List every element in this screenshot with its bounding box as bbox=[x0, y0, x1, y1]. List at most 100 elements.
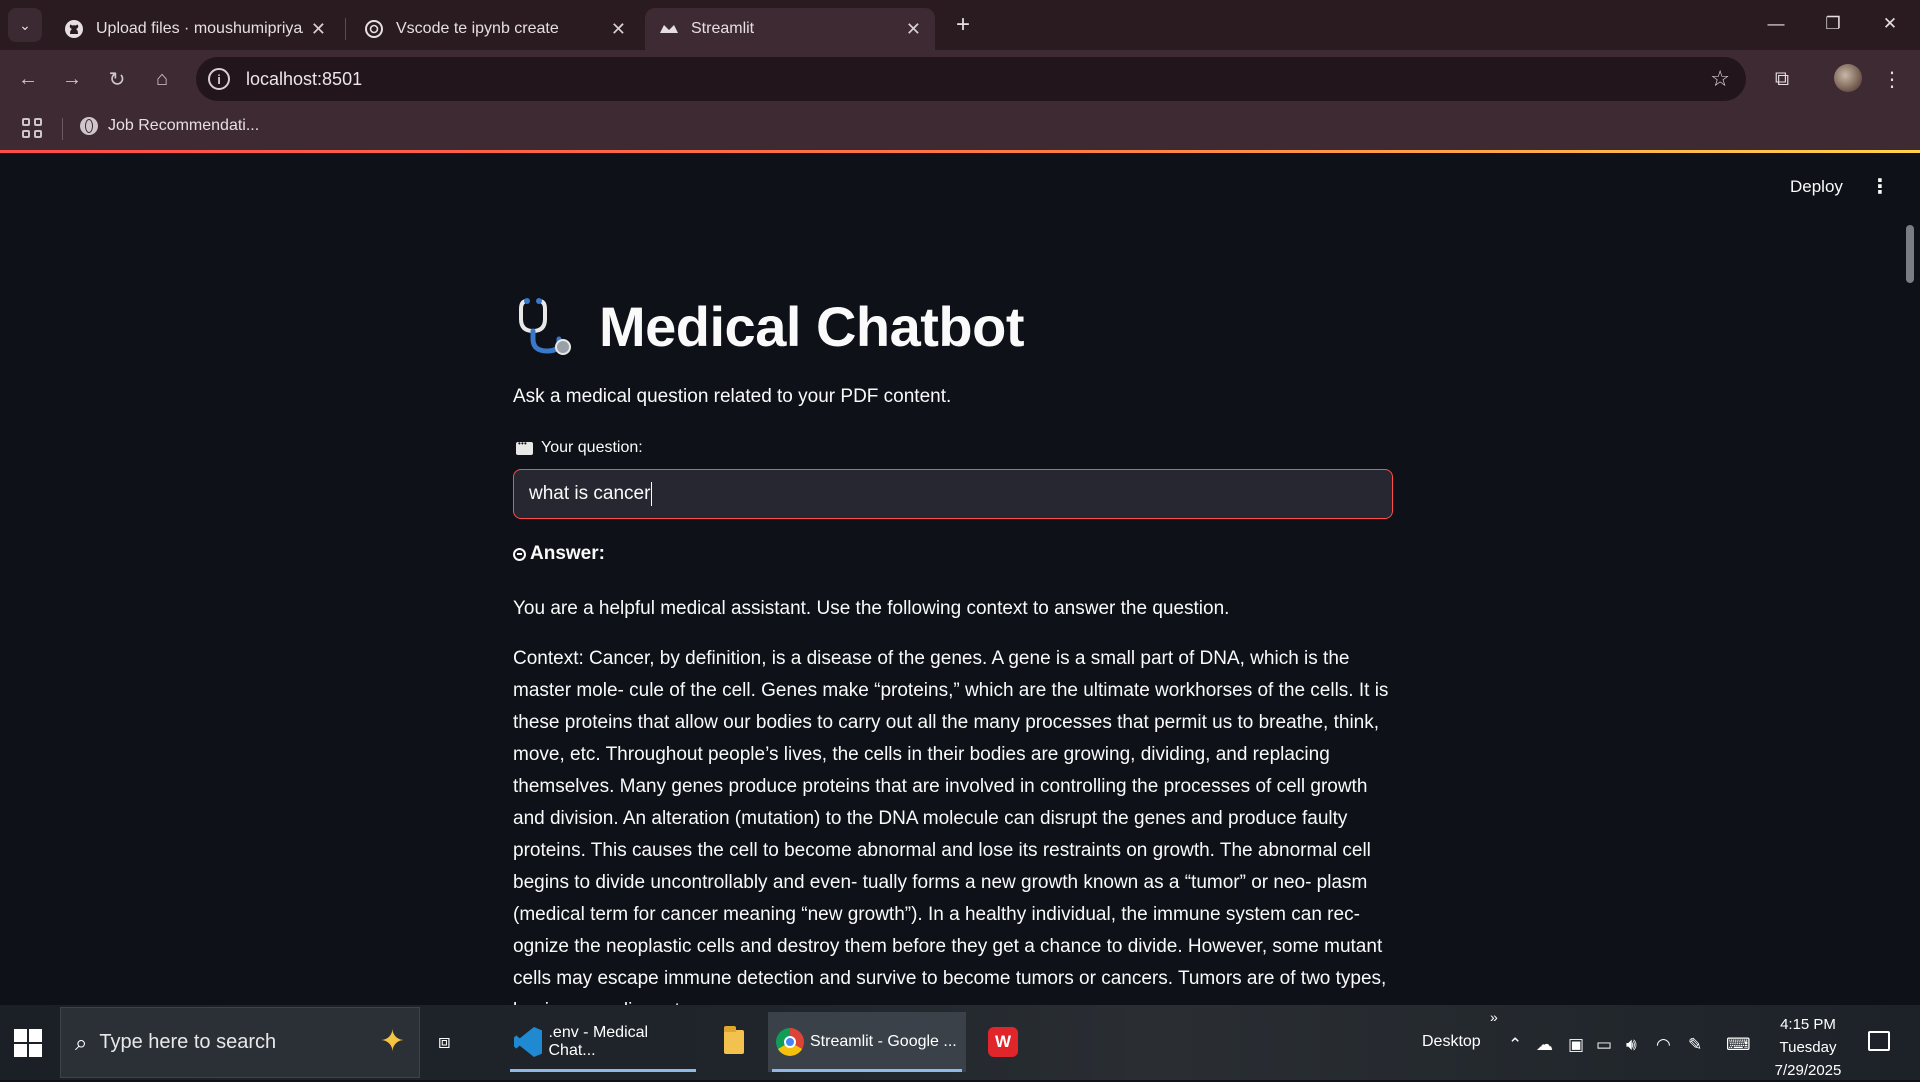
browser-tab-strip: ⌄ Upload files · moushumipriya/M ✕ Vscod… bbox=[0, 0, 1920, 50]
arrow-left-icon: ← bbox=[18, 67, 38, 90]
app-menu-button[interactable]: ⋮ bbox=[1870, 177, 1890, 197]
taskbar-app-label: Streamlit - Google ... bbox=[810, 1033, 957, 1050]
kebab-menu-icon: ⋮ bbox=[1882, 68, 1902, 91]
taskbar-clock[interactable]: 4:15 PM Tuesday 7/29/2025 bbox=[1760, 1013, 1856, 1082]
taskbar-app-vscode[interactable]: .env - Medical Chat... bbox=[506, 1012, 700, 1072]
url-text[interactable]: localhost:8501 bbox=[246, 69, 362, 90]
home-icon: ⌂ bbox=[155, 67, 169, 90]
answer-icon bbox=[513, 547, 526, 561]
chrome-icon bbox=[776, 1028, 804, 1056]
apps-grid-icon[interactable] bbox=[22, 118, 44, 140]
tab-divider bbox=[345, 18, 346, 40]
task-view-icon[interactable]: ⧈ bbox=[438, 1031, 462, 1053]
search-placeholder: Type here to search bbox=[99, 1031, 277, 1053]
text-caret bbox=[651, 482, 653, 506]
battery-icon[interactable]: ▭ bbox=[1596, 1035, 1612, 1055]
new-tab-button[interactable]: + bbox=[948, 10, 978, 40]
bookmark-label: Job Recommendati... bbox=[108, 117, 260, 134]
reload-button[interactable]: ↻ bbox=[101, 63, 133, 95]
github-icon bbox=[64, 19, 84, 39]
question-label-row: Your question: bbox=[516, 439, 643, 457]
tab-title: Vscode te ipynb create bbox=[396, 20, 559, 37]
stethoscope-icon bbox=[519, 298, 571, 355]
running-indicator bbox=[772, 1069, 962, 1072]
restore-icon: ❐ bbox=[1825, 14, 1841, 33]
reload-icon: ↻ bbox=[108, 68, 126, 91]
meet-icon[interactable]: ▣ bbox=[1568, 1035, 1584, 1055]
windows-taskbar: ⌕ Type here to search ✦ ⧈ .env - Medical… bbox=[0, 1005, 1920, 1080]
tab-vscode-ipynb[interactable]: Vscode te ipynb create ✕ bbox=[350, 8, 640, 50]
back-button[interactable]: ← bbox=[12, 63, 44, 95]
pen-icon[interactable]: ✎ bbox=[1688, 1035, 1702, 1055]
question-input-value[interactable]: what is cancer bbox=[529, 483, 650, 505]
question-label: Your question: bbox=[541, 439, 643, 456]
deploy-button[interactable]: Deploy bbox=[1790, 177, 1843, 197]
home-button[interactable]: ⌂ bbox=[146, 63, 178, 95]
file-explorer-icon bbox=[724, 1026, 744, 1054]
address-bar[interactable]: i localhost:8501 ☆ bbox=[196, 57, 1746, 101]
tab-github-upload[interactable]: Upload files · moushumipriya/M ✕ bbox=[50, 8, 340, 50]
bookmark-job-recommendation[interactable]: Job Recommendati... bbox=[80, 117, 259, 135]
bookmarks-bar: Job Recommendati... bbox=[0, 108, 1920, 150]
onedrive-icon[interactable]: ☁ bbox=[1536, 1035, 1553, 1055]
scrollbar-thumb[interactable] bbox=[1906, 225, 1914, 283]
arrow-right-icon: → bbox=[62, 67, 82, 90]
taskbar-app-wps[interactable]: W bbox=[980, 1012, 1026, 1072]
close-icon: ✕ bbox=[1882, 14, 1898, 33]
minimize-button[interactable]: — bbox=[1758, 8, 1794, 40]
taskbar-search-box[interactable]: ⌕ Type here to search ✦ bbox=[60, 1007, 420, 1078]
chevron-up-icon[interactable]: ⌃ bbox=[1508, 1035, 1522, 1055]
windows-start-button[interactable] bbox=[14, 1029, 42, 1057]
restore-button[interactable]: ❐ bbox=[1815, 8, 1851, 40]
volume-icon[interactable]: 🔊︎ bbox=[1626, 1035, 1637, 1055]
browser-menu-button[interactable]: ⋮ bbox=[1876, 63, 1908, 95]
profile-avatar[interactable] bbox=[1834, 64, 1862, 92]
notifications-icon[interactable] bbox=[1868, 1031, 1890, 1051]
chevron-down-icon: ⌄ bbox=[19, 16, 31, 33]
close-icon[interactable]: ✕ bbox=[311, 19, 326, 40]
clock-date: 7/29/2025 bbox=[1774, 1062, 1842, 1079]
minimize-icon: — bbox=[1767, 14, 1785, 33]
wps-icon: W bbox=[988, 1027, 1018, 1057]
sparkle-icon: ✦ bbox=[379, 1025, 405, 1058]
tab-title: Upload files · moushumipriya/M bbox=[96, 20, 303, 37]
tab-title: Streamlit bbox=[691, 20, 755, 37]
answer-context: Context: Cancer, by definition, is a dis… bbox=[513, 648, 1389, 1005]
answer-label: Answer: bbox=[530, 543, 605, 564]
site-info-icon[interactable]: i bbox=[208, 68, 230, 90]
desktop-toolbar-label[interactable]: Desktop bbox=[1422, 1033, 1481, 1051]
keyboard-icon[interactable]: ⌨ bbox=[1726, 1035, 1751, 1055]
streamlit-app: Deploy ⋮ Medical Chatbot Ask a medical q… bbox=[0, 153, 1920, 1005]
taskbar-app-file-explorer[interactable] bbox=[716, 1012, 752, 1072]
extensions-button[interactable]: ⧉ bbox=[1766, 63, 1798, 95]
answer-intro: You are a helpful medical assistant. Use… bbox=[513, 598, 1230, 619]
search-icon: ⌕ bbox=[75, 1029, 88, 1055]
clock-day: Tuesday bbox=[1779, 1039, 1837, 1056]
question-input[interactable]: what is cancer bbox=[513, 469, 1393, 519]
page-title: Medical Chatbot bbox=[599, 294, 1024, 358]
browser-toolbar: ← → ↻ ⌂ i localhost:8501 ☆ ⧉ ⋮ bbox=[0, 50, 1920, 108]
streamlit-icon bbox=[659, 19, 679, 39]
tab-search-button[interactable]: ⌄ bbox=[8, 8, 42, 42]
bookmark-star-icon[interactable]: ☆ bbox=[1710, 66, 1730, 92]
plus-icon: + bbox=[955, 11, 970, 38]
clock-time: 4:15 PM bbox=[1780, 1016, 1836, 1033]
close-icon[interactable]: ✕ bbox=[906, 19, 921, 40]
page-subtitle: Ask a medical question related to your P… bbox=[513, 386, 952, 407]
puzzle-icon: ⧉ bbox=[1774, 67, 1790, 90]
vscode-icon bbox=[514, 1027, 543, 1057]
globe-icon bbox=[80, 117, 98, 135]
wifi-icon[interactable]: ◠ bbox=[1656, 1035, 1671, 1055]
speech-bubble-icon bbox=[516, 439, 533, 455]
answer-heading: Answer: bbox=[513, 543, 605, 565]
tab-streamlit[interactable]: Streamlit ✕ bbox=[645, 8, 935, 50]
taskbar-app-chrome[interactable]: Streamlit - Google ... bbox=[768, 1012, 966, 1072]
window-close-button[interactable]: ✕ bbox=[1872, 8, 1908, 40]
bookmark-divider bbox=[62, 118, 63, 140]
tray-overflow-icon[interactable]: » bbox=[1490, 1009, 1498, 1025]
forward-button[interactable]: → bbox=[56, 63, 88, 95]
running-indicator bbox=[510, 1069, 696, 1072]
openai-icon bbox=[364, 19, 384, 39]
title-row: Medical Chatbot bbox=[513, 293, 1024, 359]
close-icon[interactable]: ✕ bbox=[611, 19, 626, 40]
